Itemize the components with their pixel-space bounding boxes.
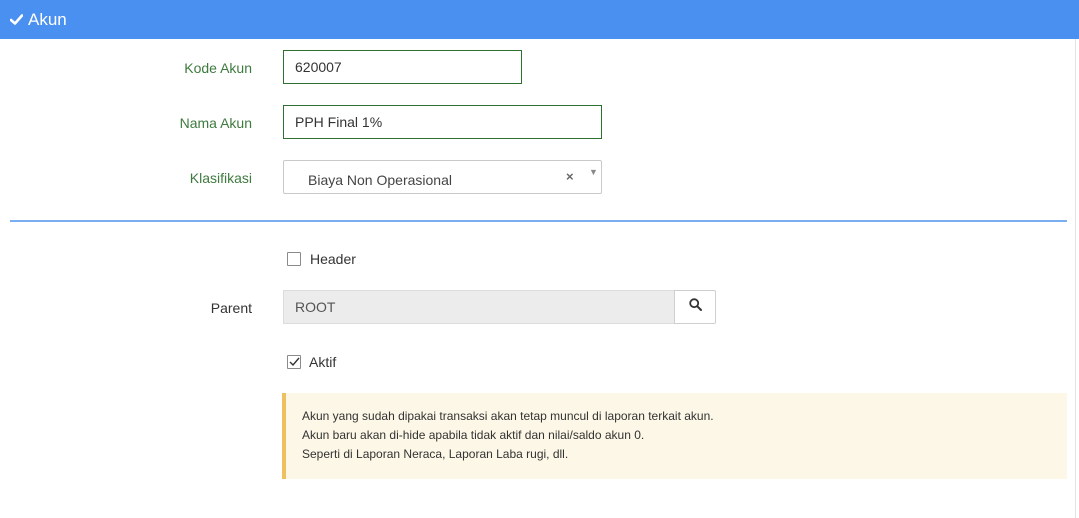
header-checkbox-label: Header — [310, 251, 356, 267]
alert-line: Seperti di Laporan Neraca, Laporan Laba … — [302, 447, 569, 461]
checkmark-icon — [289, 357, 300, 367]
parent-label: Parent — [210, 300, 252, 316]
check-icon — [9, 13, 24, 27]
header-checkbox[interactable] — [287, 252, 301, 266]
search-icon — [688, 298, 702, 316]
section-divider — [10, 220, 1067, 222]
klasifikasi-select[interactable]: Biaya Non Operasional × ▼ — [283, 160, 602, 194]
panel-title: Akun — [28, 9, 67, 29]
kode-akun-label: Kode Akun — [184, 60, 252, 76]
alert-line: Akun baru akan di-hide apabila tidak akt… — [302, 428, 645, 442]
klasifikasi-label: Klasifikasi — [189, 170, 252, 186]
chevron-down-icon[interactable]: ▼ — [589, 167, 598, 177]
aktif-checkbox[interactable] — [287, 355, 301, 369]
clear-icon[interactable]: × — [566, 169, 574, 184]
form-body: Kode Akun 620007 Nama Akun PPH Final 1% … — [0, 39, 1076, 518]
info-alert: Akun yang sudah dipakai transaksi akan t… — [282, 393, 1067, 479]
panel-header: Akun — [0, 0, 1079, 39]
parent-input: ROOT — [283, 290, 675, 324]
kode-akun-input[interactable]: 620007 — [283, 50, 522, 84]
klasifikasi-selected-value: Biaya Non Operasional — [308, 172, 452, 188]
alert-line: Akun yang sudah dipakai transaksi akan t… — [302, 409, 714, 423]
parent-search-button[interactable] — [674, 290, 716, 324]
nama-akun-label: Nama Akun — [179, 115, 252, 131]
aktif-checkbox-label: Aktif — [309, 354, 337, 370]
nama-akun-input[interactable]: PPH Final 1% — [283, 105, 602, 139]
